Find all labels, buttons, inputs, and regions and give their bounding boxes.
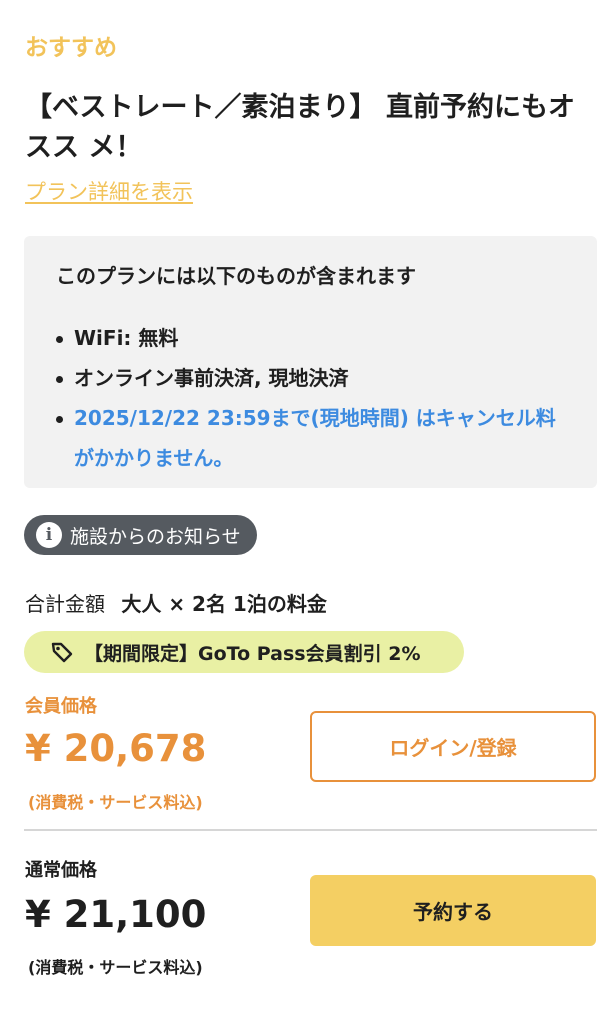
info-icon: i [36,522,62,548]
plan-includes-box: このプランには以下のものが含まれます WiFi: 無料 オンライン事前決済, 現… [24,236,597,488]
regular-price-label: 通常価格 [25,860,97,881]
property-notice-button[interactable]: i 施設からのお知らせ [24,515,257,555]
include-item-payment: オンライン事前決済, 現地決済 [52,358,572,398]
price-divider [24,829,597,831]
includes-title: このプランには以下のものが含まれます [56,264,416,288]
total-label: 合計金額 [25,592,105,616]
recommend-label: おすすめ [25,35,117,61]
tag-icon [51,642,73,663]
includes-list: WiFi: 無料 オンライン事前決済, 現地決済 2025/12/22 23:5… [52,318,572,478]
discount-label: 【期間限定】GoTo Pass会員割引 2% [84,642,421,665]
total-price-row: 合計金額 大人 × 2名 1泊の料金 [25,588,327,617]
member-tax-note: (消費税・サービス料込) [28,793,203,812]
include-item-cancellation: 2025/12/22 23:59まで(現地時間) はキャンセル料がかかりません。 [52,398,572,478]
include-item-wifi: WiFi: 無料 [52,318,572,358]
discount-badge: 【期間限定】GoTo Pass会員割引 2% [24,631,464,673]
regular-tax-note: (消費税・サービス料込) [28,958,203,977]
plan-card: おすすめ 【ベストレート／素泊まり】 直前予約にもオスス メ！ プラン詳細を表示… [0,0,613,1024]
plan-title: 【ベストレート／素泊まり】 直前予約にもオスス メ！ [25,92,575,163]
reserve-button[interactable]: 予約する [310,875,596,946]
member-price: ¥ 20,678 [25,727,207,770]
regular-price: ¥ 21,100 [25,893,207,936]
total-guests: 大人 × 2名 1泊の料金 [121,592,327,616]
login-register-button[interactable]: ログイン/登録 [310,711,596,782]
member-price-label: 会員価格 [25,696,97,717]
property-notice-label: 施設からのお知らせ [70,525,241,548]
plan-detail-link[interactable]: プラン詳細を表示 [25,176,193,206]
